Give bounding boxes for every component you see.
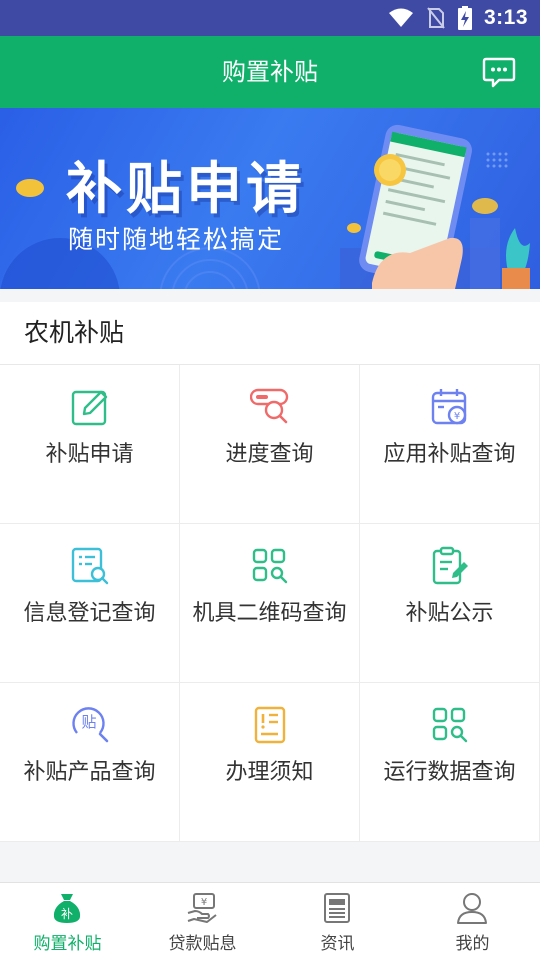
promo-banner[interactable]: 补贴申请 随时随地轻松搞定 [0,108,540,289]
service-grid: 补贴申请 进度查询 ¥ 应用补贴查询 信息登记查询 机具二维码查询 补贴公示 贴… [0,364,540,842]
grid-item-subsidy-product-query[interactable]: 贴 补贴产品查询 [0,683,180,842]
nav-label: 贷款贴息 [168,934,237,954]
svg-text:¥: ¥ [201,897,207,908]
bottom-navigation: 补 购置补贴 ¥ 贷款贴息 资讯 我的 [0,882,540,960]
clock-time: 3:13 [483,6,528,29]
status-bar: 3:13 [0,0,540,36]
subsidy-search-icon: 贴 [72,707,109,743]
notice-icon [254,706,286,744]
nav-item-purchase-subsidy[interactable]: 补 购置补贴 [0,883,135,960]
grid-item-label: 应用补贴查询 [383,442,516,467]
farm-machinery-subsidy-section: 农机补贴 补贴申请 进度查询 ¥ 应用补贴查询 信息登记查询 机具二维码查询 补… [0,302,540,842]
grid-item-label: 运行数据查询 [383,760,516,785]
grid-item-label: 信息登记查询 [23,601,156,626]
nav-label: 资讯 [320,934,355,954]
grid-item-subsidy-apply[interactable]: 补贴申请 [0,365,180,524]
nav-item-mine[interactable]: 我的 [405,883,540,960]
grid-item-progress-query[interactable]: 进度查询 [180,365,360,524]
grid-item-operation-data-query[interactable]: 运行数据查询 [360,683,540,842]
svg-text:¥: ¥ [454,411,460,422]
nav-item-loan-interest[interactable]: ¥ 贷款贴息 [135,883,270,960]
edit-icon [71,390,108,426]
grid-item-procedure-notice[interactable]: 办理须知 [180,683,360,842]
grid-item-subsidy-publicity[interactable]: 补贴公示 [360,524,540,683]
grid-item-applied-subsidy-query[interactable]: ¥ 应用补贴查询 [360,365,540,524]
grid-item-label: 机具二维码查询 [192,601,347,626]
svg-text:补: 补 [61,907,73,921]
grid-search-icon [432,707,468,743]
clipboard-edit-icon [432,546,468,585]
section-title: 农机补贴 [24,318,125,347]
nav-item-news[interactable]: 资讯 [270,883,405,960]
banner-headline: 补贴申请 [66,157,306,222]
qrcode-search-icon [252,548,288,584]
document-search-icon [71,547,109,585]
wifi-icon [388,8,413,27]
banner-subtitle: 随时随地轻松搞定 [68,225,285,254]
grid-item-label: 办理须知 [225,760,314,785]
grid-item-label: 补贴公示 [405,601,494,626]
svg-text:贴: 贴 [81,713,96,731]
page-title: 购置补贴 [222,58,318,86]
progress-search-icon [250,388,289,424]
money-bag-icon: 补 [53,894,81,923]
grid-item-label: 进度查询 [225,442,314,467]
grid-item-qrcode-query[interactable]: 机具二维码查询 [180,524,360,683]
newspaper-icon [324,893,350,923]
hand-coin-icon: ¥ [187,893,217,923]
message-bubble-icon[interactable] [482,55,516,89]
grid-item-registration-query[interactable]: 信息登记查询 [0,524,180,683]
grid-item-label: 补贴申请 [45,442,134,467]
no-sim-icon [427,7,445,29]
nav-label: 购置补贴 [33,934,102,954]
nav-label: 我的 [455,934,490,954]
app-header: 购置补贴 [0,36,540,108]
battery-charging-icon [457,6,472,30]
grid-item-label: 补贴产品查询 [23,760,156,785]
calendar-yen-icon: ¥ [431,389,467,425]
user-icon [457,893,487,924]
